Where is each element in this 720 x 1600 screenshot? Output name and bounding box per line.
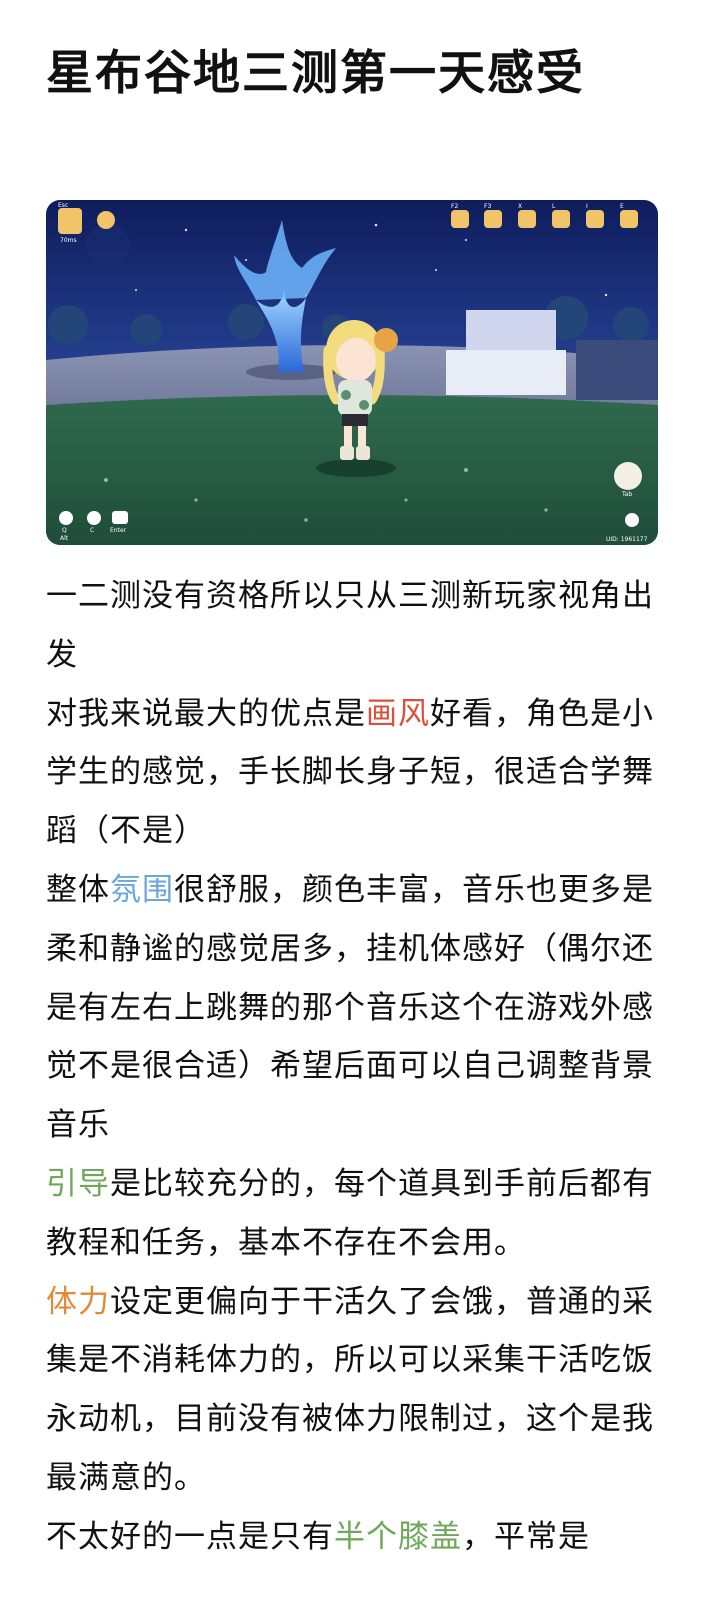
c-key-label: C: [90, 527, 94, 534]
planet-icon[interactable]: [97, 211, 115, 229]
q-key-label: Q: [62, 527, 67, 534]
map-icon[interactable]: [58, 208, 82, 234]
camera-icon[interactable]: [87, 511, 101, 525]
emote-wheel-icon[interactable]: [59, 511, 73, 525]
highlight-guidance: 引导: [46, 1165, 110, 1202]
uid-label: UID: 1961177: [606, 536, 648, 543]
esc-key-label: Esc: [58, 202, 68, 209]
highlight-atmosphere: 氛围: [110, 871, 174, 908]
paragraph-guidance: 引导是比较充分的，每个道具到手前后都有教程和任务，基本不存在不会用。: [46, 1155, 662, 1273]
alt-key-label: Alt: [60, 535, 69, 542]
highlight-art-style: 画风: [366, 695, 430, 732]
ping-label: 70ms: [60, 237, 77, 244]
intro-text: 一二测没有资格所以只从三测新玩家视角出发: [46, 578, 654, 673]
e-key-label: E: [620, 203, 624, 210]
post-body: 一二测没有资格所以只从三测新玩家视角出发 对我来说最大的优点是画风好看，角色是小…: [46, 567, 662, 1567]
paragraph-stamina: 体力设定更偏向于干活久了会饿，普通的采集是不消耗体力的，所以可以采集干活吃饭永动…: [46, 1273, 662, 1508]
paragraph-text: ，平常是: [462, 1518, 590, 1555]
paragraph-art-style: 对我来说最大的优点是画风好看，角色是小学生的感觉，手长脚长身子短，很适合学舞蹈（…: [46, 685, 662, 861]
post-title: 星布谷地三测第一天感受: [46, 46, 585, 101]
paragraph-text: 不太好的一点是只有: [46, 1518, 334, 1555]
shop-icon[interactable]: [484, 210, 502, 228]
friends-icon[interactable]: [518, 210, 536, 228]
paragraph-text: 设定更偏向于干活久了会饿，普通的采集是不消耗体力的，所以可以采集干活吃饭永动机，…: [46, 1283, 654, 1496]
collection-icon[interactable]: [586, 210, 604, 228]
paragraph-knee: 不太好的一点是只有半个膝盖，平常是: [46, 1508, 662, 1567]
tab-key-label: Tab: [621, 491, 632, 498]
backpack-icon[interactable]: [620, 210, 638, 228]
event-icon[interactable]: [451, 210, 469, 228]
x-key-label: X: [518, 203, 522, 210]
paragraph-intro: 一二测没有资格所以只从三测新玩家视角出发: [46, 567, 662, 685]
handbook-icon[interactable]: [552, 210, 570, 228]
paragraph-text: 对我来说最大的优点是: [46, 695, 366, 732]
paragraph-atmosphere: 整体氛围很舒服，颜色丰富，音乐也更多是柔和静谧的感觉居多，挂机体感好（偶尔还是有…: [46, 861, 662, 1155]
enter-key-label: Enter: [110, 527, 127, 534]
paragraph-text: 整体: [46, 871, 110, 908]
paragraph-text: 是比较充分的，每个道具到手前后都有教程和任务，基本不存在不会用。: [46, 1165, 654, 1261]
i-key-label: I: [586, 203, 588, 210]
character-icon[interactable]: [625, 513, 639, 527]
f3-key-label: F3: [484, 203, 491, 210]
emote-button[interactable]: [614, 462, 642, 490]
highlight-knee: 半个膝盖: [334, 1518, 462, 1555]
game-screenshot[interactable]: Esc 70ms F2 F3 X L I E Tab Q C Enter Alt: [46, 200, 658, 545]
f2-key-label: F2: [451, 203, 458, 210]
chat-icon[interactable]: [112, 511, 128, 524]
paragraph-text: 很舒服，颜色丰富，音乐也更多是柔和静谧的感觉居多，挂机体感好（偶尔还是有左右上跳…: [46, 871, 654, 1144]
highlight-stamina: 体力: [46, 1283, 110, 1320]
